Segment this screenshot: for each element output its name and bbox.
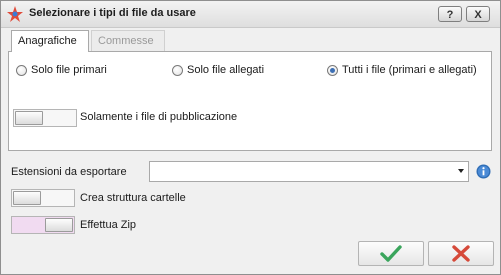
toggle-knob[interactable] xyxy=(45,218,73,232)
window-title: Selezionare i tipi di file da usare xyxy=(29,7,196,19)
folder-structure-toggle[interactable] xyxy=(11,189,75,207)
radio-label: Solo file allegati xyxy=(187,64,265,76)
extensions-dropdown[interactable] xyxy=(149,161,469,182)
cross-icon xyxy=(452,245,470,262)
title-bar[interactable]: Selezionare i tipi di file da usare ? X xyxy=(1,1,500,28)
info-icon[interactable] xyxy=(476,164,491,179)
folder-structure-label: Crea struttura cartelle xyxy=(80,192,186,204)
ok-button[interactable] xyxy=(358,241,424,266)
toggle-knob[interactable] xyxy=(13,191,41,205)
radio-solo-file-allegati[interactable]: Solo file allegati xyxy=(172,63,264,77)
checkmark-icon xyxy=(380,245,402,262)
app-logo-icon xyxy=(7,6,23,22)
tab-panel: Solo file primari Solo file allegati Tut… xyxy=(8,51,492,151)
zip-label: Effettua Zip xyxy=(80,219,137,231)
publication-only-toggle[interactable] xyxy=(13,109,77,127)
radio-tutti-i-file[interactable]: Tutti i file (primari e allegati) xyxy=(327,63,477,77)
tab-anagrafiche[interactable]: Anagrafiche xyxy=(11,30,89,52)
close-button[interactable]: X xyxy=(466,6,490,22)
radio-label: Tutti i file (primari e allegati) xyxy=(342,64,477,76)
chevron-down-icon[interactable] xyxy=(458,169,464,173)
tab-commesse[interactable]: Commesse xyxy=(91,30,165,51)
radio-button-unchecked[interactable] xyxy=(16,64,27,76)
publication-only-label: Solamente i file di pubblicazione xyxy=(80,111,238,123)
help-button[interactable]: ? xyxy=(438,6,462,22)
dialog-window: Selezionare i tipi di file da usare ? X … xyxy=(0,0,501,275)
radio-button-unchecked[interactable] xyxy=(172,64,183,76)
toggle-knob[interactable] xyxy=(15,111,43,125)
radio-label: Solo file primari xyxy=(31,64,107,76)
radio-button-checked[interactable] xyxy=(327,64,338,76)
cancel-button[interactable] xyxy=(428,241,494,266)
radio-solo-file-primari[interactable]: Solo file primari xyxy=(16,63,107,77)
zip-toggle[interactable] xyxy=(11,216,75,234)
extensions-label: Estensioni da esportare xyxy=(11,166,127,178)
